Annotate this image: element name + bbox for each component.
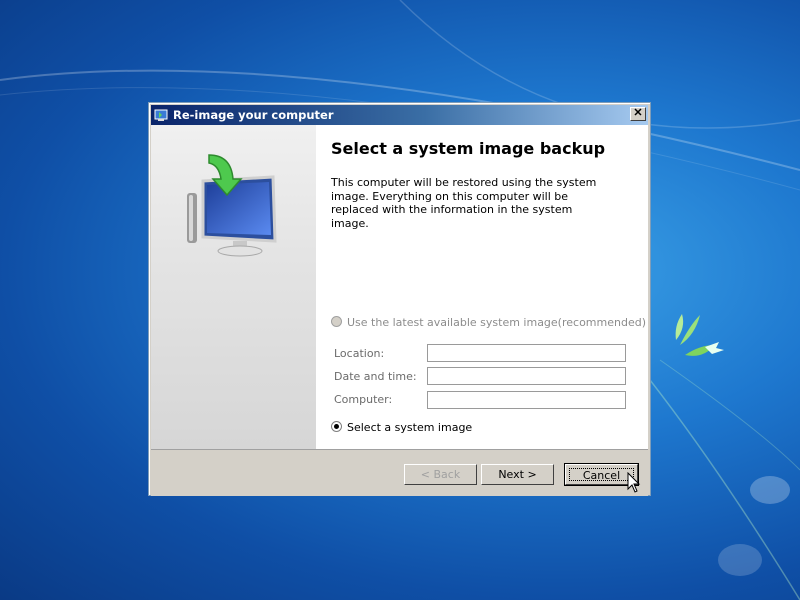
datetime-field xyxy=(427,367,626,385)
left-banner xyxy=(151,125,316,449)
monitor-restore-icon xyxy=(187,154,277,257)
radio-latest[interactable] xyxy=(331,316,342,327)
option-latest-image[interactable]: Use the latest available system image(re… xyxy=(331,316,646,329)
dialog-content: Select a system image backup This comput… xyxy=(151,125,648,449)
computer-field xyxy=(427,391,626,409)
option-select-label: Select a system image xyxy=(347,421,473,434)
location-field xyxy=(427,344,626,362)
back-button[interactable]: < Back xyxy=(404,464,477,485)
cancel-button-label: Cancel xyxy=(569,468,634,482)
dialog-footer: < Back Next > Cancel xyxy=(151,449,648,496)
radio-select[interactable] xyxy=(331,421,342,432)
option-latest-label: Use the latest available system image(re… xyxy=(347,316,646,329)
restore-icon xyxy=(154,109,168,121)
next-button[interactable]: Next > xyxy=(481,464,554,485)
mouse-pointer-icon xyxy=(627,472,641,493)
reimage-dialog: Re-image your computer ✕ Select a system… xyxy=(148,102,651,496)
description-text: This computer will be restored using the… xyxy=(331,176,597,230)
dialog-titlebar[interactable]: Re-image your computer ✕ xyxy=(151,105,648,125)
option-select-image[interactable]: Select a system image xyxy=(331,421,472,434)
location-label: Location: xyxy=(334,347,385,360)
leaf-icon xyxy=(675,314,724,356)
computer-label: Computer: xyxy=(334,393,393,406)
close-button[interactable]: ✕ xyxy=(630,107,646,121)
datetime-label: Date and time: xyxy=(334,370,417,383)
page-title: Select a system image backup xyxy=(331,139,606,158)
dialog-title: Re-image your computer xyxy=(173,108,334,122)
